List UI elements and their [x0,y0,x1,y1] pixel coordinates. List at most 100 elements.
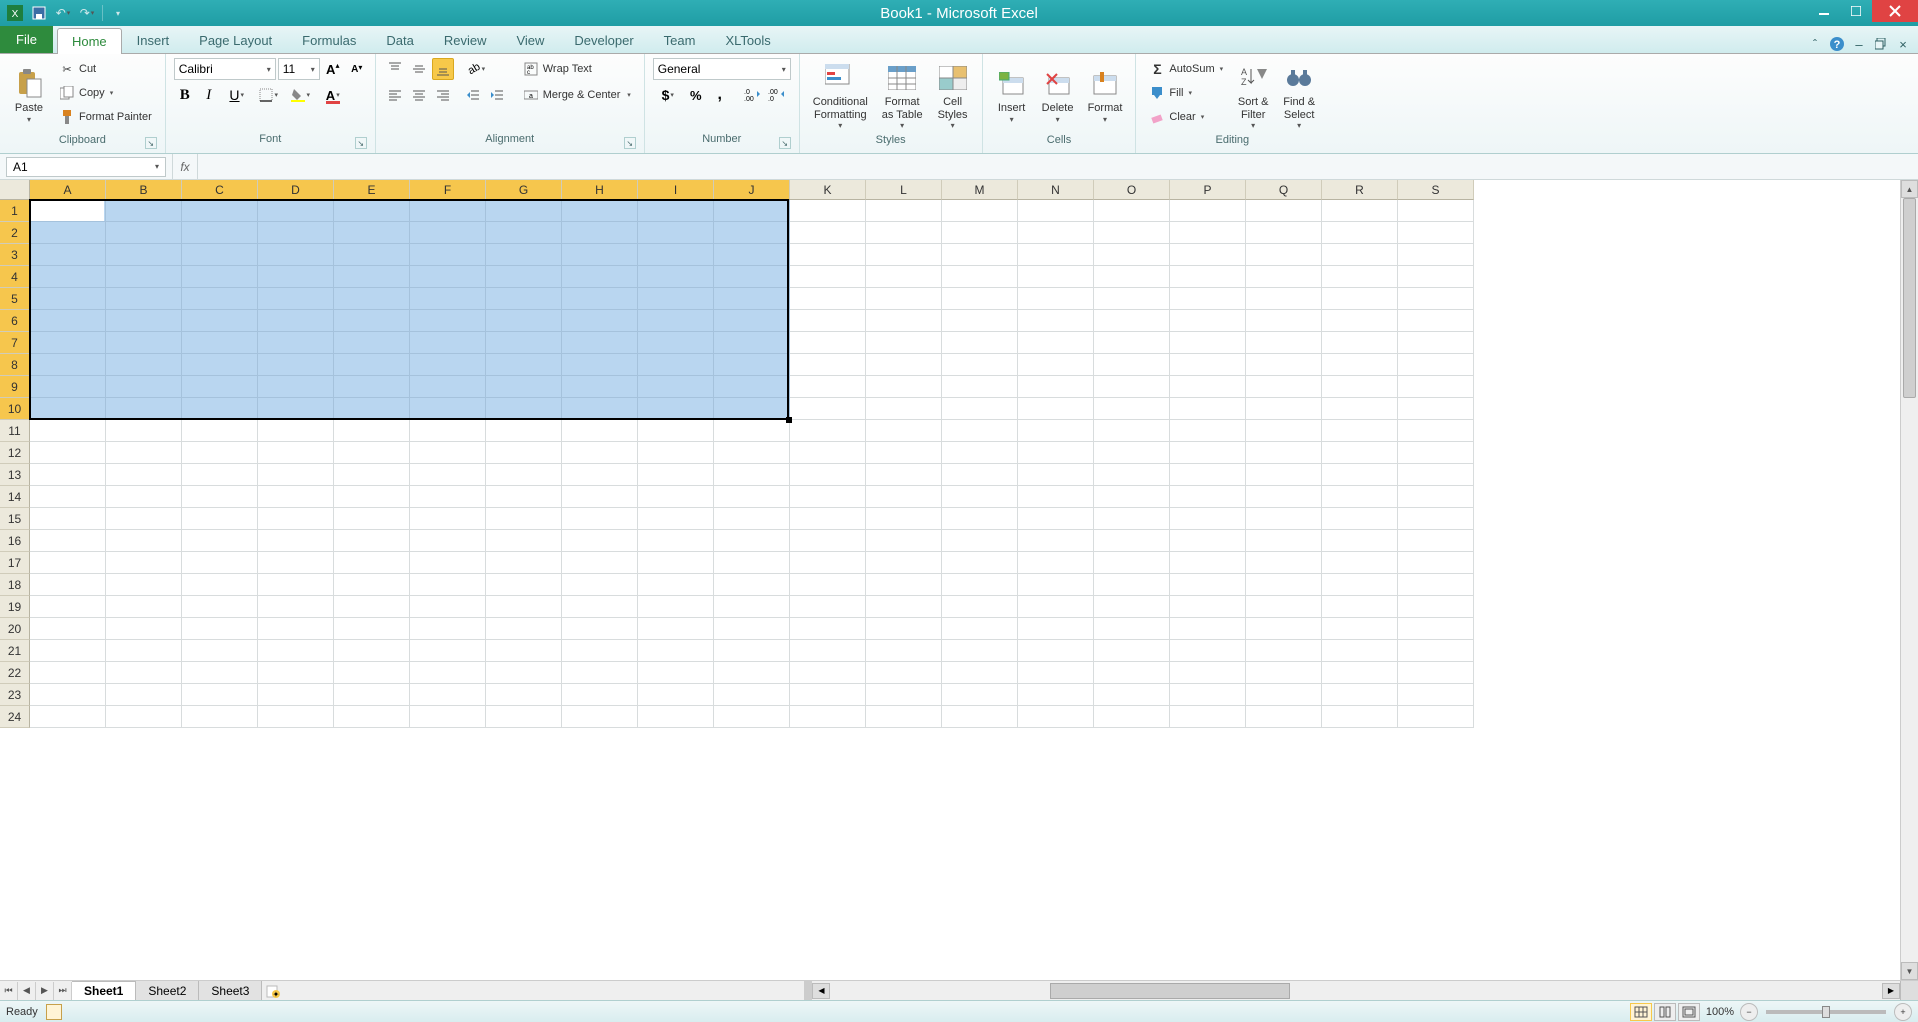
cell[interactable] [866,354,942,376]
cell[interactable] [1322,442,1398,464]
cell[interactable] [486,310,562,332]
cell[interactable] [486,420,562,442]
cell[interactable] [714,552,790,574]
fill-color-button[interactable]: ▾ [286,84,316,106]
cell[interactable] [1322,574,1398,596]
cell[interactable] [334,596,410,618]
cell[interactable] [1094,420,1170,442]
cell[interactable] [258,574,334,596]
fill-handle[interactable] [786,417,792,423]
cell[interactable] [486,332,562,354]
cell[interactable] [1018,574,1094,596]
cell[interactable] [1246,266,1322,288]
cell[interactable] [258,618,334,640]
cell[interactable] [562,244,638,266]
cell[interactable] [714,288,790,310]
cell[interactable] [1094,574,1170,596]
cell[interactable] [486,596,562,618]
row-header[interactable]: 15 [0,508,30,530]
orientation-button[interactable]: ab▾ [462,58,492,80]
row-header[interactable]: 22 [0,662,30,684]
cell[interactable] [410,398,486,420]
row-header[interactable]: 19 [0,596,30,618]
cell[interactable] [1094,684,1170,706]
cell[interactable] [1246,398,1322,420]
row-header[interactable]: 18 [0,574,30,596]
cell[interactable] [30,244,106,266]
cell[interactable] [714,354,790,376]
cell[interactable] [714,640,790,662]
cell[interactable] [182,464,258,486]
cell[interactable] [942,574,1018,596]
cell[interactable] [1094,662,1170,684]
cell[interactable] [1322,310,1398,332]
cell[interactable] [334,552,410,574]
zoom-slider[interactable] [1766,1010,1886,1014]
minimize-button[interactable] [1808,0,1840,22]
cell[interactable] [258,706,334,728]
cell[interactable] [106,574,182,596]
workbook-minimize-icon[interactable]: ‒ [1850,35,1868,53]
cell[interactable] [1246,310,1322,332]
cell[interactable] [942,486,1018,508]
cell[interactable] [410,376,486,398]
cell[interactable] [942,354,1018,376]
row-header[interactable]: 6 [0,310,30,332]
tab-insert[interactable]: Insert [122,27,185,53]
format-cells-button[interactable]: Format▾ [1083,58,1128,134]
cell[interactable] [1398,310,1474,332]
cell[interactable] [714,706,790,728]
cell[interactable] [334,618,410,640]
cell[interactable] [410,222,486,244]
cell[interactable] [562,332,638,354]
scroll-thumb[interactable] [1050,983,1290,999]
column-header[interactable]: D [258,180,334,200]
column-header[interactable]: I [638,180,714,200]
cell[interactable] [562,200,638,222]
cell[interactable] [1398,706,1474,728]
cell[interactable] [790,508,866,530]
cell[interactable] [258,508,334,530]
tab-formulas[interactable]: Formulas [287,27,371,53]
cell[interactable] [562,420,638,442]
cell[interactable] [1398,684,1474,706]
cell[interactable] [410,618,486,640]
decrease-decimal-button[interactable]: .00.0 [765,84,787,106]
cell[interactable] [30,706,106,728]
cell[interactable] [30,530,106,552]
cell[interactable] [1170,200,1246,222]
cell[interactable] [1170,222,1246,244]
cell[interactable] [714,508,790,530]
column-header[interactable]: J [714,180,790,200]
cell[interactable] [866,398,942,420]
cell[interactable] [866,640,942,662]
cell[interactable] [334,288,410,310]
cell[interactable] [334,442,410,464]
cell[interactable] [638,420,714,442]
cell[interactable] [562,662,638,684]
cell[interactable] [30,662,106,684]
cell[interactable] [562,530,638,552]
cell[interactable] [638,376,714,398]
cell[interactable] [258,288,334,310]
cell[interactable] [1246,222,1322,244]
cell[interactable] [258,596,334,618]
column-header[interactable]: P [1170,180,1246,200]
cell[interactable] [562,574,638,596]
dialog-launcher-icon[interactable]: ↘ [355,137,367,149]
cell[interactable] [30,508,106,530]
cell[interactable] [410,442,486,464]
cell[interactable] [942,464,1018,486]
cell[interactable] [1322,706,1398,728]
cell[interactable] [258,200,334,222]
cell[interactable] [1018,310,1094,332]
cell[interactable] [1398,354,1474,376]
dialog-launcher-icon[interactable]: ↘ [779,137,791,149]
column-header[interactable]: G [486,180,562,200]
cell[interactable] [258,266,334,288]
cell[interactable] [866,310,942,332]
cell[interactable] [1170,662,1246,684]
font-color-button[interactable]: A▾ [318,84,348,106]
cell[interactable] [30,486,106,508]
cell[interactable] [106,200,182,222]
